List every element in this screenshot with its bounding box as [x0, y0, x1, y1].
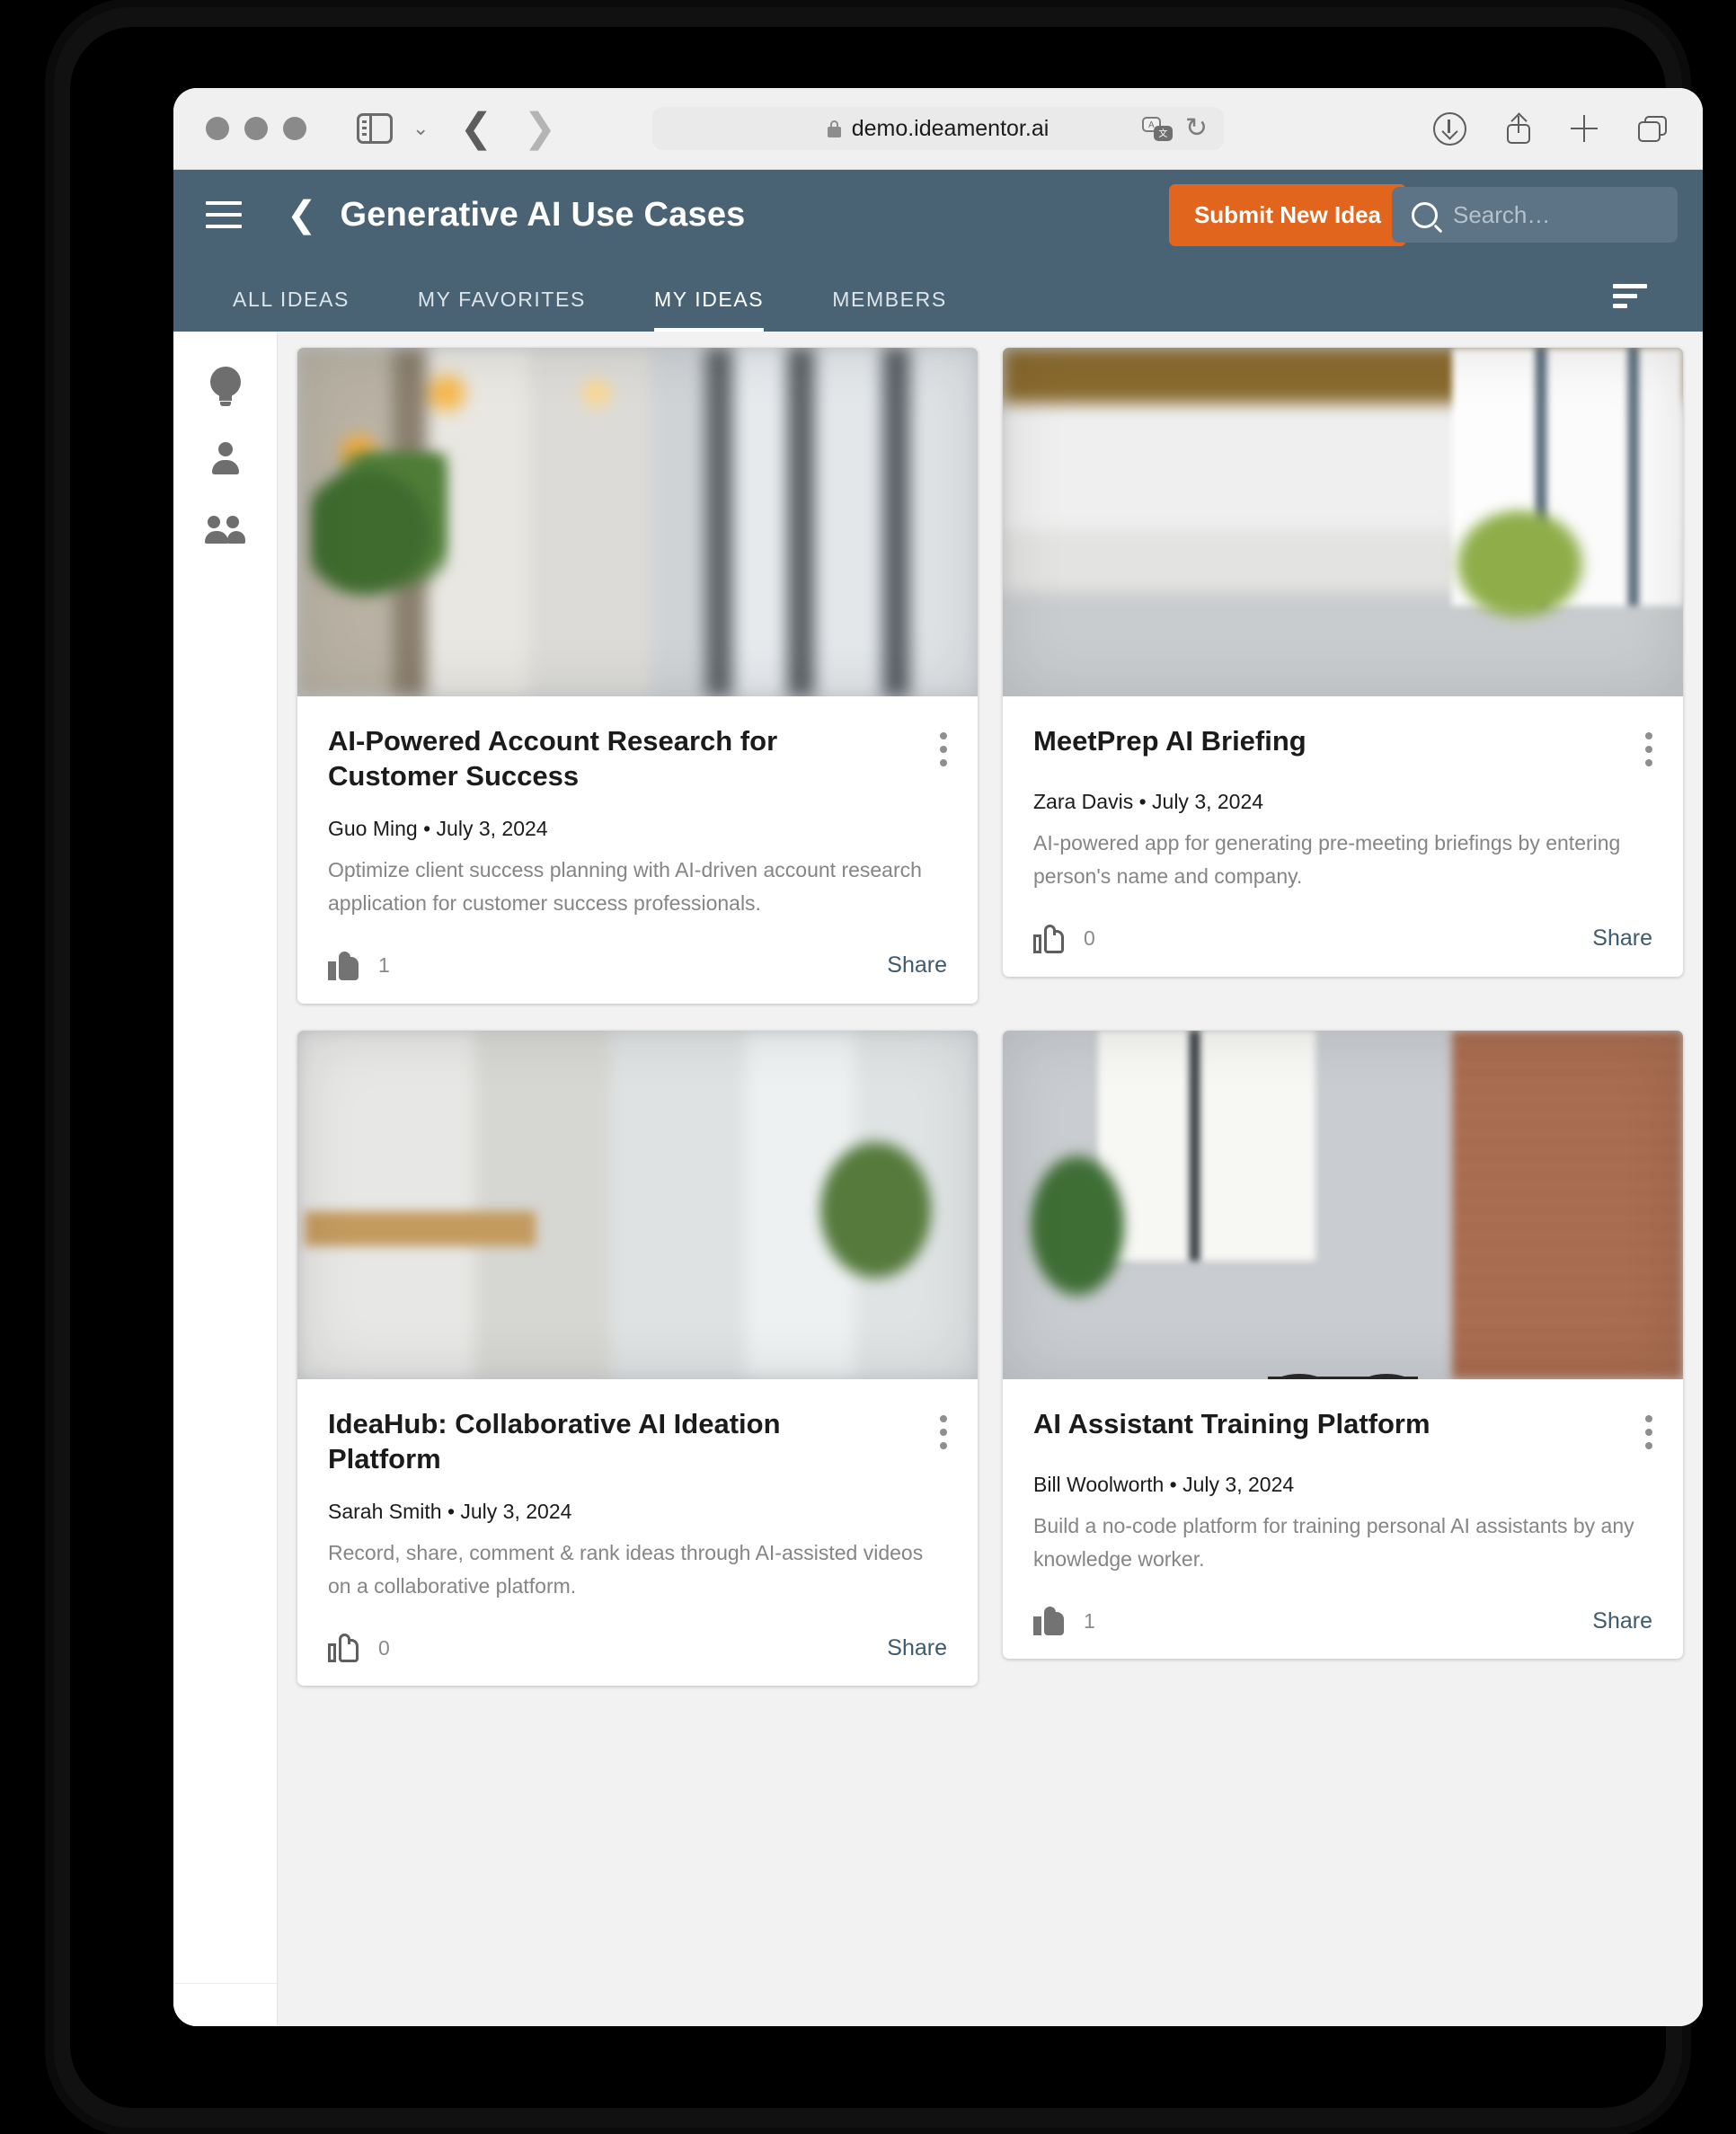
share-link[interactable]: Share: [1592, 1608, 1652, 1634]
address-bar-actions: A 文 ↻: [1141, 115, 1208, 142]
search-icon: [1412, 201, 1438, 228]
address-bar[interactable]: demo.ideamentor.ai A 文 ↻: [652, 107, 1224, 150]
like-count: 0: [378, 1635, 390, 1660]
like-button[interactable]: 0: [328, 1634, 390, 1663]
thumbs-up-icon: [1033, 924, 1064, 953]
kebab-menu-icon[interactable]: [940, 732, 947, 766]
plus-icon[interactable]: [1571, 115, 1598, 142]
hamburger-menu-icon[interactable]: [206, 201, 242, 228]
idea-card[interactable]: IdeaHub: Collaborative AI Ideation Platf…: [297, 1030, 978, 1687]
lightbulb-icon: [209, 367, 241, 408]
idea-title: AI Assistant Training Platform: [1033, 1407, 1430, 1439]
sidebar-item-ideas[interactable]: [173, 351, 277, 423]
maximize-window-button[interactable]: [283, 117, 306, 140]
person-icon: [208, 442, 243, 476]
url-text: demo.ideamentor.ai: [851, 115, 1050, 141]
page-title: Generative AI Use Cases: [340, 195, 746, 234]
left-icon-rail: [173, 332, 278, 2026]
minimize-window-button[interactable]: [244, 117, 268, 140]
screen: ⌄ ❮ ❯ demo.ideamentor.ai A 文 ↻ ❮ Generat…: [173, 88, 1703, 2026]
close-window-button[interactable]: [206, 117, 229, 140]
reload-icon[interactable]: ↻: [1185, 115, 1208, 142]
thumbs-up-icon: [1033, 1607, 1064, 1636]
idea-card-grid: AI-Powered Account Research for Customer…: [278, 332, 1703, 2026]
app-header-top-row: ❮ Generative AI Use Cases Submit New Ide…: [173, 170, 1703, 260]
idea-thumbnail[interactable]: [1003, 348, 1683, 696]
translate-icon[interactable]: A 文: [1141, 116, 1173, 141]
idea-meta: Guo Ming • July 3, 2024: [328, 817, 548, 841]
tab-my-favorites[interactable]: MY FAVORITES: [418, 288, 586, 332]
logout-button[interactable]: [173, 1983, 277, 2026]
sidebar-item-profile[interactable]: [173, 423, 277, 495]
idea-meta: Zara Davis • July 3, 2024: [1033, 790, 1264, 813]
tablet-device-frame: ⌄ ❮ ❯ demo.ideamentor.ai A 文 ↻ ❮ Generat…: [54, 7, 1703, 2128]
sort-icon[interactable]: [1613, 284, 1647, 308]
idea-title: IdeaHub: Collaborative AI Ideation Platf…: [328, 1407, 781, 1474]
idea-meta: Sarah Smith • July 3, 2024: [328, 1499, 572, 1523]
idea-description: Record, share, comment & rank ideas thro…: [328, 1540, 924, 1598]
window-traffic-lights[interactable]: [206, 117, 306, 140]
kebab-menu-icon[interactable]: [1645, 732, 1652, 766]
people-group-icon: [204, 516, 246, 546]
like-count: 1: [378, 953, 390, 978]
forward-button[interactable]: ❯: [523, 109, 556, 148]
device-bezel: ⌄ ❮ ❯ demo.ideamentor.ai A 文 ↻ ❮ Generat…: [70, 27, 1703, 2108]
download-icon[interactable]: [1433, 111, 1466, 146]
kebab-menu-icon[interactable]: [940, 1414, 947, 1449]
idea-card[interactable]: AI-Powered Account Research for Customer…: [297, 348, 978, 1004]
idea-card[interactable]: MeetPrep AI Briefing Zara Davis • July 3…: [1003, 348, 1683, 977]
share-link[interactable]: Share: [887, 952, 947, 978]
back-button[interactable]: ❮: [459, 109, 492, 148]
like-count: 0: [1084, 926, 1095, 950]
back-chevron-icon[interactable]: ❮: [287, 197, 317, 233]
like-button[interactable]: 0: [1033, 924, 1095, 953]
submit-new-idea-button[interactable]: Submit New Idea: [1168, 183, 1406, 246]
like-button[interactable]: 1: [328, 951, 390, 980]
app-header: ❮ Generative AI Use Cases Submit New Ide…: [173, 170, 1703, 332]
share-icon[interactable]: [1507, 114, 1530, 144]
browser-toolbar: ⌄ ❮ ❯ demo.ideamentor.ai A 文 ↻: [173, 88, 1703, 170]
sidebar-item-members[interactable]: [173, 495, 277, 567]
kebab-menu-icon[interactable]: [1645, 1414, 1652, 1449]
tab-overview-icon[interactable]: [1638, 115, 1667, 142]
tab-my-ideas[interactable]: MY IDEAS: [653, 288, 765, 332]
idea-thumbnail[interactable]: [297, 348, 978, 696]
idea-title: MeetPrep AI Briefing: [1033, 725, 1306, 757]
tab-all-ideas[interactable]: ALL IDEAS: [233, 288, 350, 332]
chevron-down-icon[interactable]: ⌄: [412, 119, 429, 138]
sidebar-toggle-icon[interactable]: [357, 113, 393, 144]
idea-thumbnail[interactable]: [297, 1030, 978, 1379]
search-placeholder: Search…: [1453, 200, 1551, 228]
app-body: AI-Powered Account Research for Customer…: [173, 332, 1703, 2026]
like-count: 1: [1084, 1608, 1095, 1633]
idea-card[interactable]: AI Assistant Training Platform Bill Wool…: [1003, 1030, 1683, 1660]
lock-icon: [827, 120, 841, 137]
idea-meta: Bill Woolworth • July 3, 2024: [1033, 1472, 1295, 1496]
thumbs-up-icon: [328, 1634, 359, 1663]
share-link[interactable]: Share: [887, 1635, 947, 1661]
search-field[interactable]: Search…: [1392, 187, 1678, 243]
thumbs-up-icon: [328, 951, 359, 980]
idea-title: AI-Powered Account Research for Customer…: [328, 725, 778, 793]
browser-actions: [1433, 111, 1667, 146]
tab-bar: ALL IDEAS MY FAVORITES MY IDEAS MEMBERS: [173, 260, 1703, 332]
like-button[interactable]: 1: [1033, 1607, 1095, 1636]
idea-thumbnail[interactable]: [1003, 1030, 1683, 1379]
idea-description: Build a no-code platform for training pe…: [1033, 1513, 1634, 1571]
idea-description: AI-powered app for generating pre-meetin…: [1033, 831, 1621, 889]
idea-description: Optimize client success planning with AI…: [328, 858, 922, 916]
tab-members[interactable]: MEMBERS: [832, 288, 947, 332]
share-link[interactable]: Share: [1592, 925, 1652, 952]
